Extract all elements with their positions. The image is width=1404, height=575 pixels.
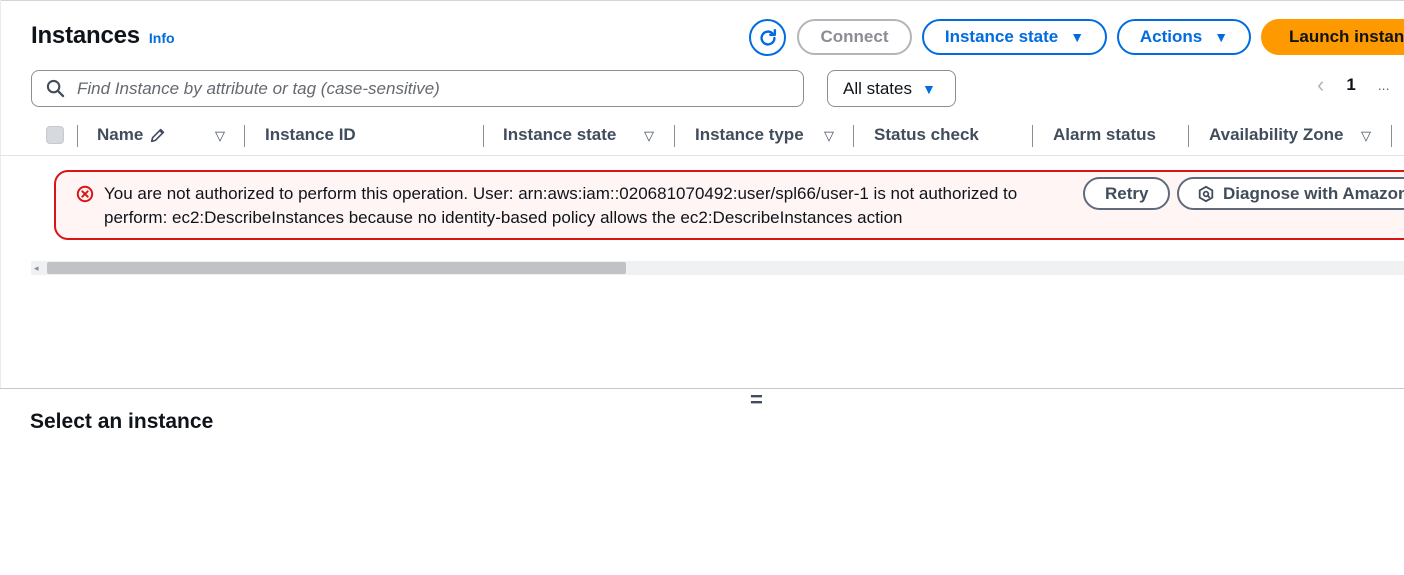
column-header-status-check[interactable]: Status check — [874, 125, 979, 145]
scrollbar-thumb[interactable] — [47, 262, 626, 274]
caret-down-icon: ▼ — [1214, 29, 1229, 45]
scroll-left-icon[interactable]: ◂ — [34, 263, 39, 274]
column-header-alarm-status[interactable]: Alarm status — [1053, 125, 1156, 145]
refresh-button[interactable] — [749, 19, 786, 56]
column-divider — [674, 125, 675, 147]
error-message: You are not authorized to perform this o… — [104, 184, 1018, 227]
error-alert: You are not authorized to perform this o… — [54, 170, 1404, 240]
error-icon — [76, 185, 94, 203]
caret-down-icon: ▼ — [1070, 29, 1085, 45]
resize-handle-icon[interactable]: = — [750, 389, 763, 411]
page-number[interactable]: 1 — [1346, 75, 1355, 95]
caret-down-icon: ▼ — [921, 80, 936, 97]
column-header-instance-id[interactable]: Instance ID — [265, 125, 356, 145]
column-divider — [244, 125, 245, 147]
diagnose-label: Diagnose with Amazon Q — [1223, 183, 1404, 203]
column-header-availability-zone[interactable]: Availability Zone — [1209, 125, 1343, 145]
launch-instances-label: Launch instances — [1289, 27, 1404, 46]
pagination: ‹ 1 ... — [1317, 72, 1389, 98]
table-header: Name ▽ Instance ID Instance state ▽ Inst… — [1, 116, 1404, 156]
state-filter-value: All states — [843, 78, 912, 98]
refresh-icon — [759, 28, 776, 46]
split-divider — [0, 388, 1404, 389]
horizontal-scrollbar[interactable]: ◂ — [31, 261, 1404, 275]
pagination-more[interactable]: ... — [1378, 77, 1390, 93]
search-icon — [46, 79, 65, 98]
instance-state-label: Instance state — [944, 27, 1059, 46]
column-divider — [1188, 125, 1189, 147]
header: Instances Info — [31, 22, 175, 50]
amazon-q-icon — [1198, 185, 1214, 202]
state-filter-select[interactable]: All states ▼ — [827, 70, 956, 107]
instance-state-button[interactable]: Instance state ▼ — [922, 19, 1107, 55]
column-divider — [1032, 125, 1033, 147]
pencil-icon — [151, 128, 165, 143]
column-divider — [77, 125, 78, 147]
sort-icon[interactable]: ▽ — [215, 128, 225, 144]
info-link[interactable]: Info — [149, 30, 175, 46]
column-header-label: Instance ID — [265, 125, 356, 144]
connect-button[interactable]: Connect — [797, 19, 912, 55]
retry-label: Retry — [1105, 183, 1149, 203]
details-title: Select an instance — [30, 410, 214, 433]
retry-button[interactable]: Retry — [1083, 177, 1171, 210]
chevron-left-icon[interactable]: ‹ — [1317, 72, 1324, 98]
sort-icon[interactable]: ▽ — [824, 128, 834, 144]
column-header-instance-type[interactable]: Instance type — [695, 125, 804, 145]
page-title: Instances — [31, 22, 140, 49]
sort-icon[interactable]: ▽ — [644, 128, 654, 144]
column-header-label: Instance state — [503, 125, 617, 144]
connect-label: Connect — [820, 27, 889, 46]
column-header-label: Status check — [874, 125, 979, 144]
search-input[interactable] — [77, 78, 777, 99]
launch-instances-button[interactable]: Launch instances — [1261, 19, 1404, 55]
search-field[interactable] — [31, 70, 804, 107]
diagnose-button[interactable]: Diagnose with Amazon Q — [1177, 177, 1404, 210]
column-header-label: Name — [97, 125, 144, 144]
column-header-instance-state[interactable]: Instance state — [503, 125, 616, 145]
column-header-name[interactable]: Name — [97, 125, 167, 145]
column-divider — [483, 125, 484, 147]
column-header-label: Instance type — [695, 125, 804, 144]
actions-button[interactable]: Actions ▼ — [1117, 19, 1251, 55]
column-divider — [1391, 125, 1392, 147]
column-divider — [853, 125, 854, 147]
actions-label: Actions — [1139, 27, 1203, 46]
column-header-label: Alarm status — [1053, 125, 1156, 144]
column-header-label: Availability Zone — [1209, 125, 1344, 144]
instances-panel: Instances Info Connect Instance state ▼ … — [0, 0, 1404, 388]
sort-icon[interactable]: ▽ — [1361, 128, 1371, 144]
select-all-checkbox[interactable] — [46, 126, 64, 144]
